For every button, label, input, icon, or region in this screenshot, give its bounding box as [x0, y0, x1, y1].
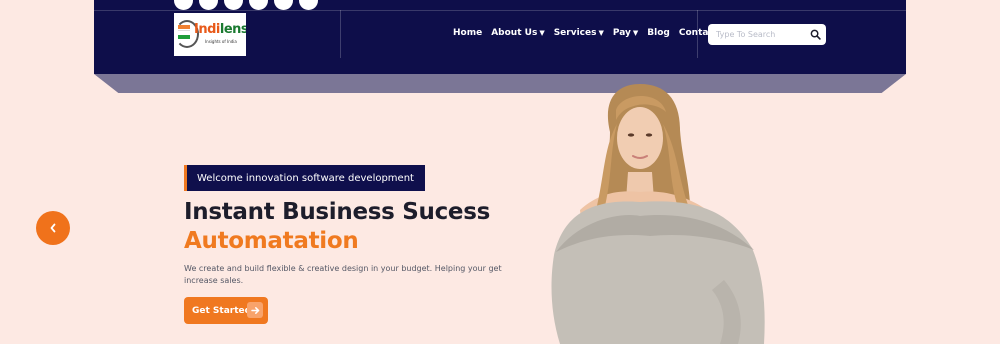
nav-services[interactable]: Services ▼ [554, 28, 604, 38]
header-shadow [94, 74, 906, 93]
logo-tagline: Insights of India [205, 39, 237, 44]
nav-pay-label: Pay [612, 28, 631, 38]
nav-services-label: Services [553, 28, 597, 38]
header-divider-left [340, 10, 341, 58]
hero-woman-image [551, 84, 765, 344]
hero-tagline-badge: Welcome innovation software development [184, 165, 425, 191]
nav-home[interactable]: Home [453, 28, 482, 38]
nav-about-us[interactable]: About Us ▼ [491, 28, 545, 38]
chevron-down-icon: ▼ [632, 29, 639, 37]
nav-blog-label: Blog [647, 28, 670, 38]
social-icon-1[interactable] [174, 0, 193, 10]
hero-tagline: Welcome innovation software development [197, 172, 414, 184]
nav-pay[interactable]: Pay ▼ [613, 28, 638, 38]
hero-title: Instant Business Sucess [184, 199, 491, 225]
nav-about-us-label: About Us [491, 28, 538, 38]
social-links [174, 0, 318, 10]
social-icon-2[interactable] [199, 0, 218, 10]
chevron-down-icon: ▼ [598, 29, 604, 37]
logo-wordmark: Indilens [194, 22, 246, 37]
search-input[interactable] [716, 30, 806, 39]
site-logo[interactable]: Indilens Insights of India [174, 13, 246, 56]
get-started-label: Get Started [192, 305, 252, 316]
social-icon-3[interactable] [224, 0, 243, 10]
hero-description: We create and build flexible & creative … [184, 264, 502, 285]
carousel-prev-button[interactable] [36, 211, 70, 245]
search-box [708, 24, 826, 45]
chevron-down-icon: ▼ [539, 29, 545, 37]
social-icon-5[interactable] [274, 0, 293, 10]
logo-flag-saffron [178, 25, 190, 29]
get-started-button[interactable]: Get Started [184, 297, 268, 324]
main-nav: Home About Us ▼ Services ▼ Pay ▼ Blog Conta… [453, 28, 734, 38]
header-top-divider [94, 10, 906, 11]
social-icon-4[interactable] [249, 0, 268, 10]
nav-home-label: Home [453, 28, 483, 38]
nav-blog[interactable]: Blog [647, 28, 670, 38]
logo-flag-green [178, 35, 190, 39]
arrow-right-icon [247, 302, 263, 318]
chevron-left-icon [50, 223, 56, 233]
search-icon[interactable] [810, 29, 821, 40]
hero-title-accent: Automatation [184, 228, 359, 254]
social-icon-6[interactable] [299, 0, 318, 10]
